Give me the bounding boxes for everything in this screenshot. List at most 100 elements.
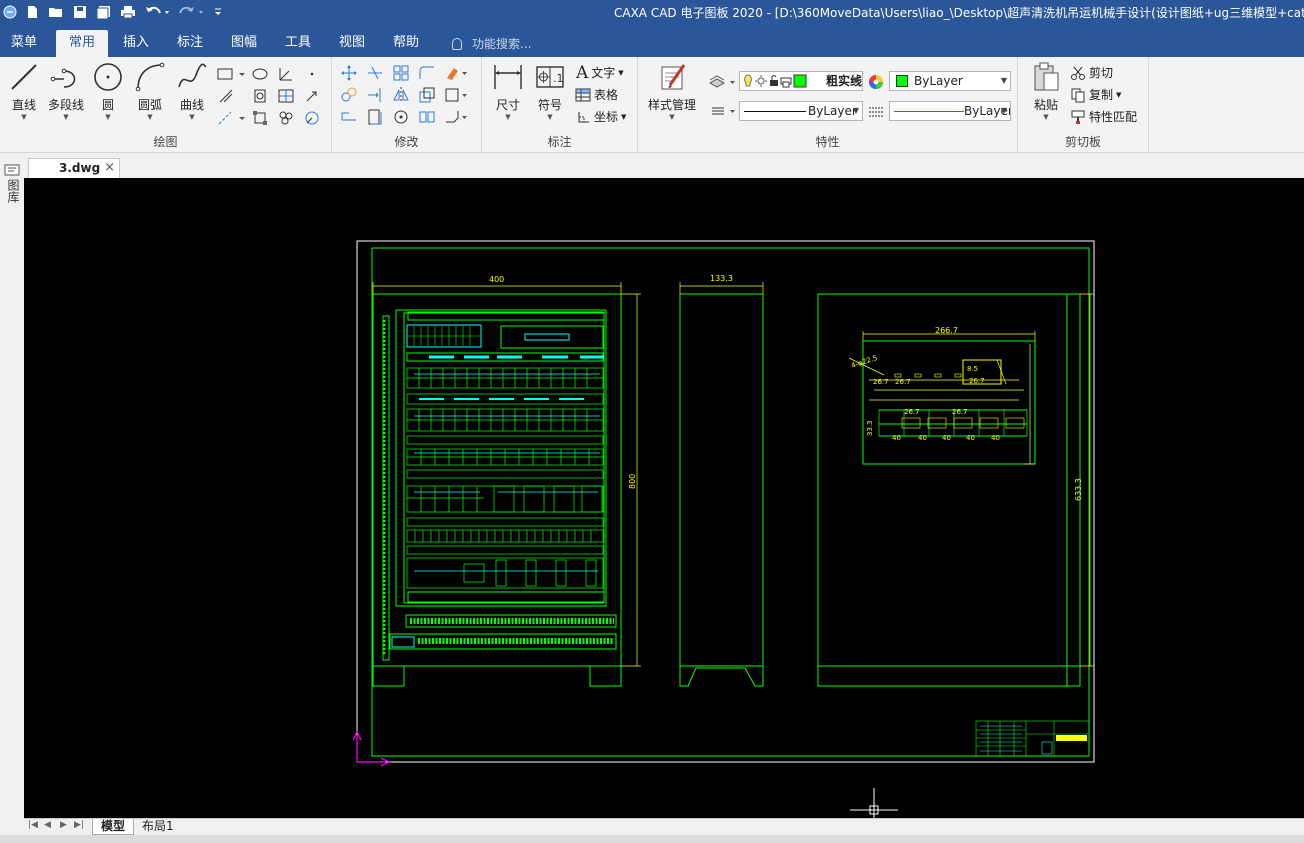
document-tab[interactable]: 3.dwg × — [28, 158, 120, 178]
paste-button[interactable]: 粘贴 ▼ — [1024, 61, 1068, 121]
arrow-icon[interactable] — [303, 87, 321, 105]
dimension-button[interactable]: 尺寸 ▼ — [486, 61, 530, 121]
save-all-icon[interactable] — [94, 2, 114, 22]
extend-icon[interactable] — [366, 86, 384, 104]
fillet-icon[interactable] — [418, 64, 436, 82]
library-icon[interactable] — [4, 163, 20, 177]
line-style-icon[interactable] — [710, 102, 736, 120]
polyline-button[interactable]: 多段线 ▼ — [44, 61, 88, 121]
ribbon: 直线 ▼ 多段线 ▼ 圆 ▼ 圆弧 ▼ 曲线 ▼ 绘图 修改 尺寸 ▼ .1 符… — [0, 57, 1304, 153]
hatch-line-icon[interactable] — [217, 87, 235, 105]
layout-tab-model[interactable]: 模型 — [92, 819, 135, 835]
group-clipboard: 粘贴 ▼ 剪切 复制 ▼ 特性匹配 剪切板 — [1018, 57, 1149, 153]
break-icon[interactable] — [418, 108, 436, 126]
table-button[interactable]: 表格 — [575, 85, 618, 105]
undo-icon[interactable] — [142, 2, 172, 22]
tab-tools[interactable]: 工具 — [272, 30, 324, 57]
next-layout-icon[interactable]: ▶ — [60, 820, 67, 830]
lightbulb-icon — [452, 38, 462, 50]
close-tab-icon[interactable]: × — [104, 160, 115, 175]
library-panel-label[interactable]: 图库 — [5, 179, 20, 203]
curve-label: 曲线 — [179, 98, 204, 112]
lineweight-icon[interactable] — [867, 103, 885, 121]
line-button[interactable]: 直线 ▼ — [2, 61, 46, 121]
centerline-icon[interactable] — [217, 109, 247, 127]
redo-icon[interactable] — [176, 2, 206, 22]
last-layout-icon[interactable]: ▶| — [74, 820, 84, 830]
match-properties-icon — [1071, 110, 1085, 124]
tab-help[interactable]: 帮助 — [380, 30, 432, 57]
status-bar — [0, 835, 1304, 843]
tab-home[interactable]: 常用 — [56, 30, 108, 57]
point-icon[interactable] — [303, 65, 321, 83]
explode-icon[interactable] — [444, 86, 468, 104]
group-draw-label: 绘图 — [153, 135, 178, 149]
style-manager-button[interactable]: 样式管理 ▼ — [642, 61, 702, 121]
scissors-icon — [1071, 66, 1085, 80]
document-tab-label: 3.dwg — [59, 161, 101, 175]
text-button[interactable]: A 文字 ▼ — [576, 63, 624, 83]
hatch-icon[interactable] — [277, 87, 295, 105]
rectangle-icon[interactable] — [217, 65, 247, 83]
app-logo-icon[interactable] — [0, 2, 20, 22]
move-icon[interactable] — [340, 64, 358, 82]
mirror-icon[interactable] — [392, 86, 410, 104]
copy-button[interactable]: 复制 ▼ — [1070, 85, 1121, 105]
tab-view[interactable]: 视图 — [326, 30, 378, 57]
dimension-icon — [494, 65, 522, 89]
ucs-icon — [352, 730, 391, 767]
lineweight-dropdown[interactable]: ByLayer ▼ — [889, 101, 1011, 121]
tab-sheet[interactable]: 图幅 — [218, 30, 270, 57]
block-icon[interactable] — [251, 109, 269, 127]
line-icon — [11, 64, 37, 90]
customize-quick-access-icon[interactable] — [208, 2, 228, 22]
polygon-icon[interactable] — [251, 87, 269, 105]
open-file-icon[interactable] — [46, 2, 66, 22]
first-layout-icon[interactable]: |◀ — [28, 820, 38, 830]
print-icon[interactable] — [118, 2, 138, 22]
copy-entity-icon[interactable] — [340, 86, 358, 104]
offset-icon[interactable] — [366, 108, 384, 126]
function-search[interactable]: 功能搜索... — [452, 35, 531, 52]
group-modify-label: 修改 — [394, 135, 419, 149]
tab-insert[interactable]: 插入 — [110, 30, 162, 57]
curve-button[interactable]: 曲线 ▼ — [170, 61, 214, 121]
scale-icon[interactable] — [418, 86, 436, 104]
coordinate-button[interactable]: 坐标 ▼ — [575, 107, 626, 127]
ellipse-icon[interactable] — [251, 65, 269, 83]
stretch-icon[interactable] — [340, 108, 358, 126]
array-icon[interactable] — [392, 64, 410, 82]
layer-manager-icon[interactable] — [708, 73, 736, 91]
save-icon[interactable] — [70, 2, 90, 22]
angle-line-icon[interactable] — [277, 65, 295, 83]
circle-button[interactable]: 圆 ▼ — [86, 61, 130, 121]
group-properties: 样式管理 ▼ 粗实线 ▼ ByLayer ▼ ByLayer ▼ ByLayer… — [638, 57, 1018, 153]
linetype-dropdown[interactable]: ByLayer ▼ — [739, 101, 863, 121]
trim-icon[interactable] — [366, 64, 384, 82]
cut-button[interactable]: 剪切 — [1070, 63, 1113, 83]
tab-menu[interactable]: 菜单 — [0, 30, 48, 57]
prev-layout-icon[interactable]: ◀ — [44, 820, 51, 830]
chamfer-icon[interactable] — [444, 108, 468, 126]
spacing-dim-a2: 26.7 — [895, 378, 911, 386]
side-width-dim: 133.3 — [710, 274, 733, 283]
erase-icon[interactable] — [444, 64, 468, 82]
tab-annotate[interactable]: 标注 — [164, 30, 216, 57]
symbol-button[interactable]: .1 符号 ▼ — [528, 61, 572, 121]
layout-tab-layout1[interactable]: 布局1 — [134, 819, 182, 835]
match-properties-button[interactable]: 特性匹配 — [1070, 107, 1137, 127]
cloud-icon[interactable] — [277, 109, 295, 127]
color-dropdown[interactable]: ByLayer ▼ — [889, 71, 1011, 91]
rear-height-dim: 633.3 — [1074, 478, 1083, 501]
color-wheel-icon[interactable] — [867, 73, 885, 91]
title-bar: CAXA CAD 电子图板 2020 - [D:\360MoveData\Use… — [0, 0, 1304, 26]
wipeout-icon[interactable] — [303, 109, 321, 127]
rotate-icon[interactable] — [392, 108, 410, 126]
new-file-icon[interactable] — [22, 2, 42, 22]
arc-button[interactable]: 圆弧 ▼ — [128, 61, 172, 121]
polyline-label: 多段线 — [47, 98, 84, 112]
spacing-dim-b: 8.5 — [967, 365, 978, 373]
linetype-value: ByLayer — [808, 104, 857, 118]
drawing-canvas[interactable]: 400 800 133.3 633.3 266.7 4-φ22.5 26.7 2… — [24, 178, 1304, 818]
layer-dropdown[interactable]: 粗实线 ▼ — [739, 71, 863, 91]
